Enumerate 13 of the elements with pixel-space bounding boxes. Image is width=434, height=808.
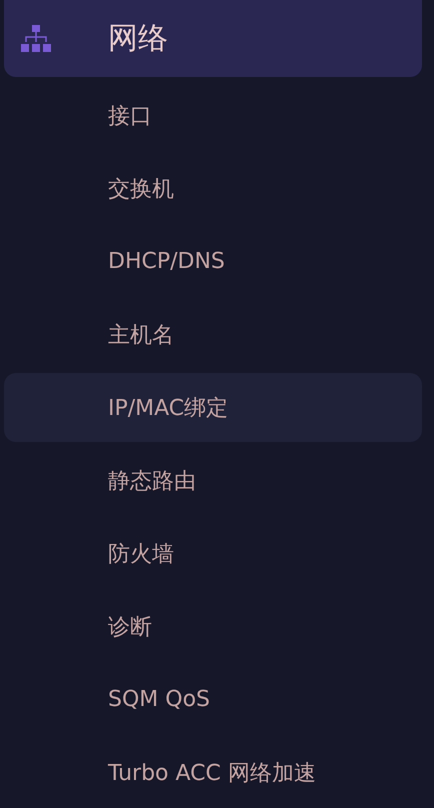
menu-item[interactable]: 交换机	[4, 154, 422, 223]
menu-item[interactable]: 接口	[4, 81, 422, 150]
menu-item[interactable]: 主机名	[4, 300, 422, 369]
menu-title: 网络	[108, 20, 168, 58]
network-icon	[21, 24, 51, 52]
menu-item[interactable]: 防火墙	[4, 519, 422, 588]
menu-item[interactable]: DHCP/DNS	[4, 227, 422, 296]
menu-item[interactable]: Turbo ACC 网络加速	[4, 738, 422, 807]
menu-item[interactable]: 诊断	[4, 592, 422, 661]
menu-item[interactable]: SQM QoS	[4, 665, 422, 734]
menu-header[interactable]: 网络	[4, 0, 422, 77]
menu-item[interactable]: IP/MAC绑定	[4, 373, 422, 442]
menu-item[interactable]: 静态路由	[4, 446, 422, 515]
